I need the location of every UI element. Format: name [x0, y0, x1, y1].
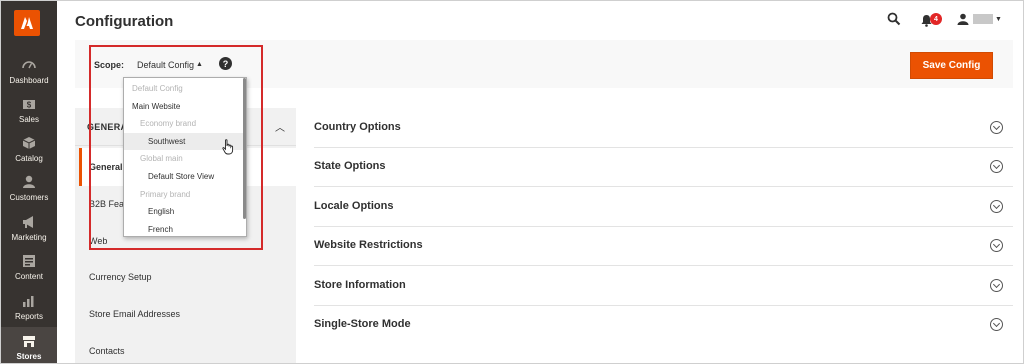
megaphone-icon [23, 216, 33, 228]
chevron-down-circle-icon[interactable] [990, 279, 1003, 292]
chevron-down-circle-icon[interactable] [990, 318, 1003, 331]
nav-item-marketing[interactable]: Marketing [1, 214, 57, 242]
nav-item-content[interactable]: Content [1, 253, 57, 281]
scope-option: Default Config [132, 84, 183, 93]
scope-option[interactable]: French [124, 221, 246, 236]
section-website-restrictions[interactable]: Website Restrictions [314, 226, 1013, 266]
dollar-icon: $ [23, 100, 35, 110]
scope-dropdown-menu: Default Config Main Website Economy brand S… [123, 77, 247, 237]
scope-option: Primary brand [140, 189, 191, 199]
adobe-logo-icon[interactable] [14, 10, 40, 36]
section-country-options[interactable]: Country Options [314, 108, 1013, 148]
user-name-redacted [973, 14, 993, 24]
section-title: Locale Options [314, 200, 394, 212]
nav-label: Marketing [11, 233, 47, 242]
save-config-button[interactable]: Save Config [910, 52, 993, 79]
tab-general[interactable]: General [89, 162, 123, 172]
nav-label: Reports [14, 312, 43, 321]
scope-option[interactable]: Default Store View [124, 168, 246, 185]
tab-store-email-addresses[interactable]: Store Email Addresses [89, 309, 180, 319]
nav-item-stores[interactable]: Stores [1, 327, 57, 363]
admin-sidebar: Dashboard $ Sales Catalog Customers Mark… [1, 1, 57, 363]
chevron-up-icon[interactable]: ︿ [275, 119, 285, 134]
section-single-store-mode[interactable]: Single-Store Mode [314, 305, 1013, 345]
layout-icon [23, 255, 35, 267]
scope-option[interactable]: Main Website [124, 98, 246, 115]
tab-web[interactable]: Web [89, 236, 107, 246]
nav-label: Catalog [15, 154, 43, 163]
section-state-options[interactable]: State Options [314, 147, 1013, 187]
section-store-information[interactable]: Store Information [314, 266, 1013, 306]
scope-option[interactable]: English [124, 203, 246, 220]
section-locale-options[interactable]: Locale Options [314, 187, 1013, 227]
nav-item-sales[interactable]: $ Sales [1, 96, 57, 124]
nav-item-catalog[interactable]: Catalog [1, 135, 57, 163]
chevron-down-circle-icon[interactable] [990, 160, 1003, 173]
chevron-down-circle-icon[interactable] [990, 121, 1003, 134]
section-title: Single-Store Mode [314, 318, 411, 330]
nav-label: Stores [16, 352, 42, 361]
nav-label: Customers [9, 193, 49, 202]
user-menu[interactable]: ▼ [957, 13, 1002, 25]
dropdown-scrollbar[interactable] [243, 78, 246, 219]
gauge-icon [22, 61, 36, 69]
search-icon[interactable] [887, 12, 901, 26]
help-icon[interactable]: ? [219, 57, 232, 70]
svg-text:$: $ [27, 101, 32, 110]
store-icon [23, 336, 35, 347]
chevron-down-circle-icon[interactable] [990, 200, 1003, 213]
section-title: Country Options [314, 121, 401, 133]
nav-label: Content [14, 272, 44, 281]
user-icon [23, 175, 35, 188]
section-title: Website Restrictions [314, 239, 423, 251]
admin-window: Dashboard $ Sales Catalog Customers Mark… [0, 0, 1024, 364]
notification-count-badge[interactable]: 4 [930, 13, 942, 25]
scope-label: Scope: [94, 60, 125, 70]
hand-pointer-icon [222, 139, 234, 155]
user-icon [957, 13, 969, 25]
section-title: State Options [314, 160, 386, 172]
nav-item-customers[interactable]: Customers [1, 174, 57, 202]
bar-chart-icon [23, 296, 34, 307]
box-icon [22, 137, 36, 149]
chevron-down-icon: ▼ [995, 15, 1002, 23]
tab-active-indicator [79, 148, 82, 186]
nav-label: Sales [18, 115, 39, 124]
scope-option: Economy brand [140, 119, 197, 129]
scope-switcher[interactable]: Default Config [137, 60, 194, 70]
section-title: Store Information [314, 279, 406, 291]
nav-item-reports[interactable]: Reports [1, 293, 57, 321]
tab-contacts[interactable]: Contacts [89, 346, 125, 356]
chevron-down-circle-icon[interactable] [990, 239, 1003, 252]
nav-label: Dashboard [9, 76, 49, 85]
nav-item-dashboard[interactable]: Dashboard [1, 57, 57, 85]
page-title: Configuration [75, 13, 174, 30]
tab-currency-setup[interactable]: Currency Setup [89, 272, 152, 282]
chevron-up-icon[interactable]: ▲ [196, 61, 203, 68]
